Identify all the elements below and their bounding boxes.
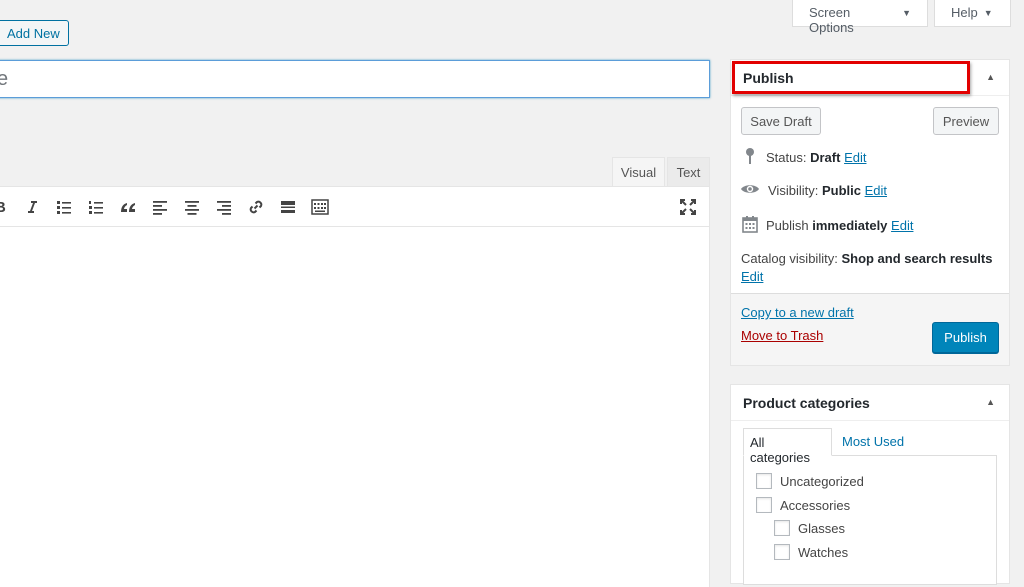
status-edit-link[interactable]: Edit xyxy=(844,150,866,165)
pin-icon xyxy=(742,147,758,168)
calendar-icon xyxy=(742,215,758,236)
category-label: Watches xyxy=(798,544,849,560)
svg-text:B: B xyxy=(0,199,6,215)
visibility-edit-link[interactable]: Edit xyxy=(865,183,887,198)
copy-to-draft-link[interactable]: Copy to a new draft xyxy=(741,305,854,320)
editor-content-area[interactable] xyxy=(0,227,710,587)
title-input[interactable]: e xyxy=(0,60,710,98)
align-center-icon[interactable] xyxy=(182,197,202,217)
align-right-icon[interactable] xyxy=(214,197,234,217)
category-item[interactable]: Watches xyxy=(774,544,848,560)
tab-text[interactable]: Text xyxy=(667,157,710,186)
screen-options-button[interactable]: Screen Options ▼ xyxy=(792,0,928,35)
category-item[interactable]: Glasses xyxy=(774,520,845,536)
catalog-visibility-row: Catalog visibility: Shop and search resu… xyxy=(741,250,1003,286)
help-label: Help xyxy=(951,5,978,20)
category-checkbox[interactable] xyxy=(774,520,790,536)
save-draft-button[interactable]: Save Draft xyxy=(741,107,821,135)
publish-button[interactable]: Publish xyxy=(932,322,999,353)
category-item[interactable]: Uncategorized xyxy=(756,473,864,489)
preview-button[interactable]: Preview xyxy=(933,107,999,135)
category-item[interactable]: Accessories xyxy=(756,497,850,513)
category-label: Glasses xyxy=(798,520,845,536)
add-new-button[interactable]: Add New xyxy=(0,20,69,46)
tab-visual[interactable]: Visual xyxy=(612,157,665,186)
caret-down-icon: ▼ xyxy=(983,8,993,18)
category-label: Accessories xyxy=(780,497,851,513)
title-input-value: e xyxy=(0,68,9,90)
read-more-icon[interactable] xyxy=(278,197,298,217)
product-categories-header[interactable]: Product categories ▲ xyxy=(731,385,1009,421)
publish-value: immediately xyxy=(812,218,888,233)
status-row: Status: Draft Edit xyxy=(742,147,866,168)
catalog-edit-link[interactable]: Edit xyxy=(741,269,763,284)
numbered-list-icon[interactable] xyxy=(86,197,106,217)
status-value: Draft xyxy=(810,150,841,165)
toolbar-toggle-icon[interactable] xyxy=(310,197,330,217)
bold-icon[interactable]: B xyxy=(0,197,10,217)
product-categories-title: Product categories xyxy=(743,395,870,411)
insert-link-icon[interactable] xyxy=(246,197,266,217)
category-checkbox[interactable] xyxy=(756,473,772,489)
visibility-label: Visibility: xyxy=(768,183,819,198)
category-checkbox[interactable] xyxy=(756,497,772,513)
publish-label: Publish xyxy=(766,218,809,233)
italic-icon[interactable] xyxy=(22,197,42,217)
screen-options-label: Screen Options xyxy=(809,5,854,35)
align-left-icon[interactable] xyxy=(150,197,170,217)
tab-all-categories[interactable]: All categories xyxy=(743,428,832,465)
visibility-row: Visibility: Public Edit xyxy=(740,181,887,200)
toggle-up-icon[interactable]: ▲ xyxy=(986,72,995,82)
catalog-value: Shop and search results xyxy=(841,251,993,266)
visibility-value: Public xyxy=(821,183,861,198)
fullscreen-icon[interactable] xyxy=(678,197,698,217)
status-label: Status: xyxy=(766,150,807,165)
move-to-trash-link[interactable]: Move to Trash xyxy=(741,328,823,343)
publish-title-highlight xyxy=(732,61,970,94)
category-label: Uncategorized xyxy=(780,473,864,489)
toggle-up-icon[interactable]: ▲ xyxy=(986,397,995,407)
publish-date-edit-link[interactable]: Edit xyxy=(891,218,913,233)
editor-toolbar: B xyxy=(0,186,710,227)
eye-icon xyxy=(740,181,760,200)
category-checkbox[interactable] xyxy=(774,544,790,560)
tab-most-used[interactable]: Most Used xyxy=(836,428,910,456)
bulleted-list-icon[interactable] xyxy=(54,197,74,217)
caret-down-icon: ▼ xyxy=(902,8,911,18)
help-button[interactable]: Help ▼ xyxy=(934,0,1011,27)
catalog-label: Catalog visibility: xyxy=(741,251,838,266)
publish-date-row: Publish immediately Edit xyxy=(742,215,913,236)
blockquote-icon[interactable] xyxy=(118,197,138,217)
